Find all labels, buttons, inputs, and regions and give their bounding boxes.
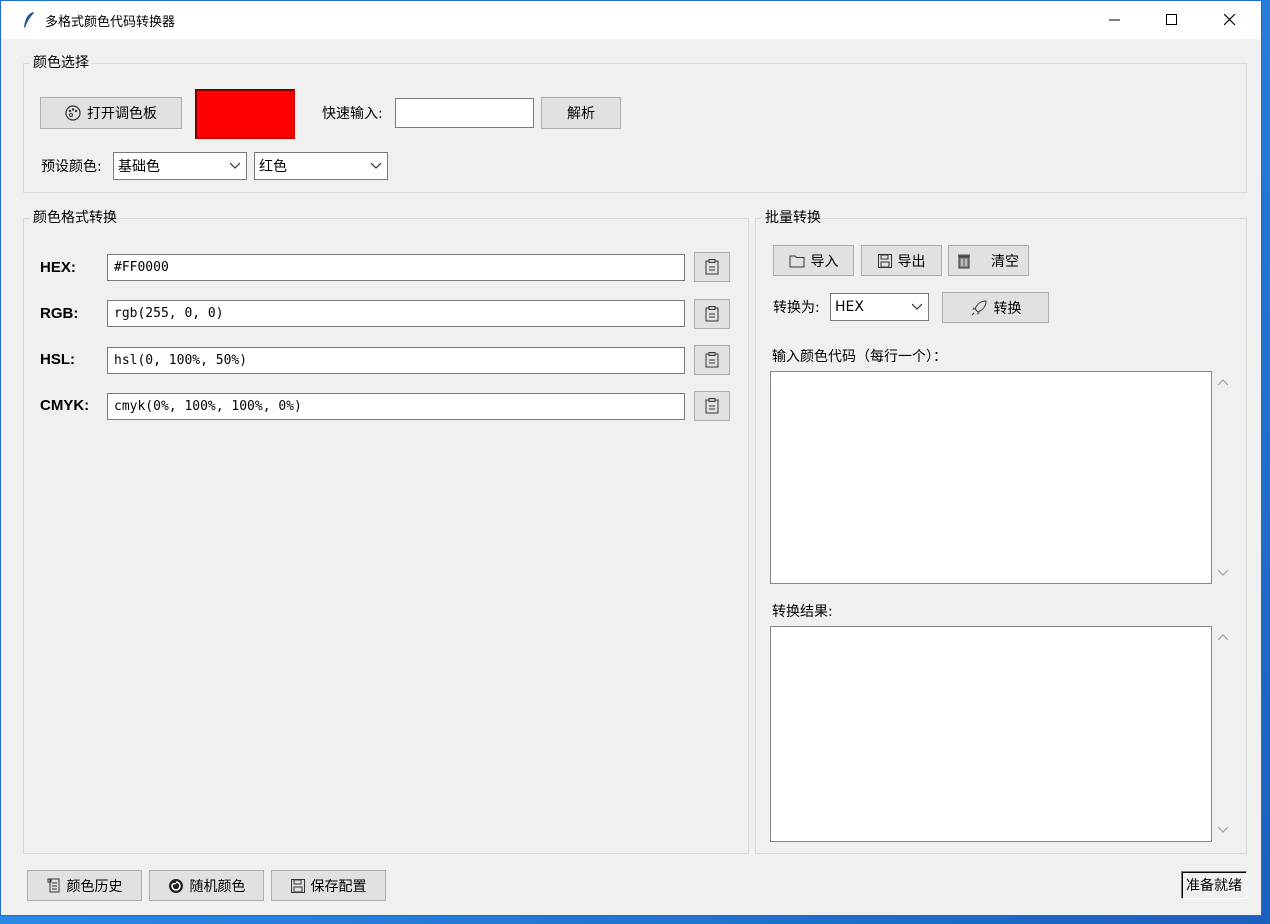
minimize-button[interactable]: [1086, 1, 1144, 39]
preset-label: 预设颜色:: [41, 159, 102, 175]
rocket-icon: [971, 299, 987, 315]
swirl-icon: [168, 878, 183, 893]
status-bar: 准备就绪: [1181, 871, 1247, 899]
format-convert-group: 颜色格式转换 HEX: #FF0000 RGB: rgb(255, 0, 0) …: [23, 209, 749, 854]
save-config-button[interactable]: 保存配置: [271, 870, 386, 901]
convert-label: 转换: [993, 300, 1022, 317]
group-label-format-convert: 颜色格式转换: [30, 209, 120, 227]
convert-to-value: HEX: [835, 299, 864, 315]
hsl-field[interactable]: hsl(0, 100%, 50%): [107, 347, 685, 374]
copy-hex-button[interactable]: [694, 252, 730, 282]
maximize-icon: [1166, 14, 1177, 25]
scroll-icon: [47, 878, 59, 892]
feather-icon: [24, 12, 34, 28]
clipboard-icon: [705, 352, 719, 368]
input-codes-textarea[interactable]: [770, 371, 1212, 584]
hex-label: HEX:: [40, 259, 76, 276]
cmyk-label: CMYK:: [40, 397, 90, 414]
preset-category-select[interactable]: 基础色: [113, 152, 247, 180]
folder-icon: [789, 255, 804, 267]
clipboard-icon: [705, 306, 719, 322]
import-label: 导入: [810, 253, 839, 270]
preset-color-value: 红色: [259, 159, 287, 175]
palette-icon: [65, 105, 81, 121]
clipboard-icon: [705, 398, 719, 414]
color-swatch[interactable]: [195, 89, 295, 139]
minimize-icon: [1109, 19, 1120, 21]
app-window: 多格式颜色代码转换器 颜色选择 打开调色板 快速输入: 解析 预设颜色: 基础色…: [0, 0, 1262, 916]
clipboard-icon: [705, 259, 719, 275]
convert-to-select[interactable]: HEX: [830, 293, 929, 321]
chevron-down-icon: [912, 303, 922, 310]
result-textarea[interactable]: [770, 626, 1212, 842]
color-history-label: 颜色历史: [66, 878, 123, 895]
random-color-button[interactable]: 随机颜色: [149, 870, 264, 901]
save-icon: [290, 878, 305, 893]
hex-field[interactable]: #FF0000: [107, 254, 685, 281]
group-label-color-select: 颜色选择: [30, 54, 92, 72]
parse-label: 解析: [567, 106, 595, 122]
scroll-up-icon: [1218, 379, 1228, 386]
rgb-field[interactable]: rgb(255, 0, 0): [107, 300, 685, 327]
copy-rgb-button[interactable]: [694, 299, 730, 329]
quick-input-label: 快速输入:: [322, 106, 383, 122]
import-button[interactable]: 导入: [773, 245, 854, 276]
result-scrollbar[interactable]: [1214, 626, 1232, 842]
scroll-down-icon: [1218, 826, 1228, 833]
preset-category-value: 基础色: [118, 159, 160, 175]
scroll-down-icon: [1218, 569, 1228, 576]
clear-label: 清空: [991, 253, 1019, 270]
export-button[interactable]: 导出: [861, 245, 942, 276]
random-color-label: 随机颜色: [189, 878, 246, 895]
clear-button[interactable]: 清空: [948, 245, 1029, 276]
chevron-down-icon: [371, 162, 381, 169]
batch-convert-group: 批量转换 导入 导出 清空 转换为: HEX 转换 输入颜色代码（每行一个）：: [755, 209, 1247, 854]
scroll-up-icon: [1218, 634, 1228, 641]
convert-button[interactable]: 转换: [942, 292, 1049, 323]
chevron-down-icon: [230, 162, 240, 169]
color-history-button[interactable]: 颜色历史: [27, 870, 142, 901]
copy-cmyk-button[interactable]: [694, 391, 730, 421]
input-scrollbar[interactable]: [1214, 371, 1232, 584]
maximize-button[interactable]: [1143, 1, 1201, 39]
preset-color-select[interactable]: 红色: [254, 152, 388, 180]
save-config-label: 保存配置: [310, 878, 367, 895]
trash-icon: [958, 254, 970, 268]
convert-to-label: 转换为:: [773, 300, 820, 316]
save-icon: [877, 253, 892, 268]
rgb-label: RGB:: [40, 305, 79, 322]
window-title: 多格式颜色代码转换器: [45, 14, 176, 30]
parse-button[interactable]: 解析: [541, 97, 621, 129]
color-select-group: 颜色选择 打开调色板 快速输入: 解析 预设颜色: 基础色 红色: [23, 54, 1247, 193]
export-label: 导出: [897, 253, 926, 270]
close-button[interactable]: [1201, 1, 1259, 39]
input-codes-label: 输入颜色代码（每行一个）：: [772, 349, 947, 365]
open-palette-label: 打开调色板: [87, 106, 157, 122]
close-icon: [1224, 14, 1236, 26]
group-label-batch: 批量转换: [762, 209, 824, 227]
title-bar: 多格式颜色代码转换器: [1, 1, 1261, 39]
quick-input-field[interactable]: [395, 98, 534, 128]
copy-hsl-button[interactable]: [694, 345, 730, 375]
open-palette-button[interactable]: 打开调色板: [40, 97, 182, 129]
hsl-label: HSL:: [40, 351, 75, 368]
cmyk-field[interactable]: cmyk(0%, 100%, 100%, 0%): [107, 393, 685, 420]
result-label: 转换结果:: [772, 604, 833, 620]
